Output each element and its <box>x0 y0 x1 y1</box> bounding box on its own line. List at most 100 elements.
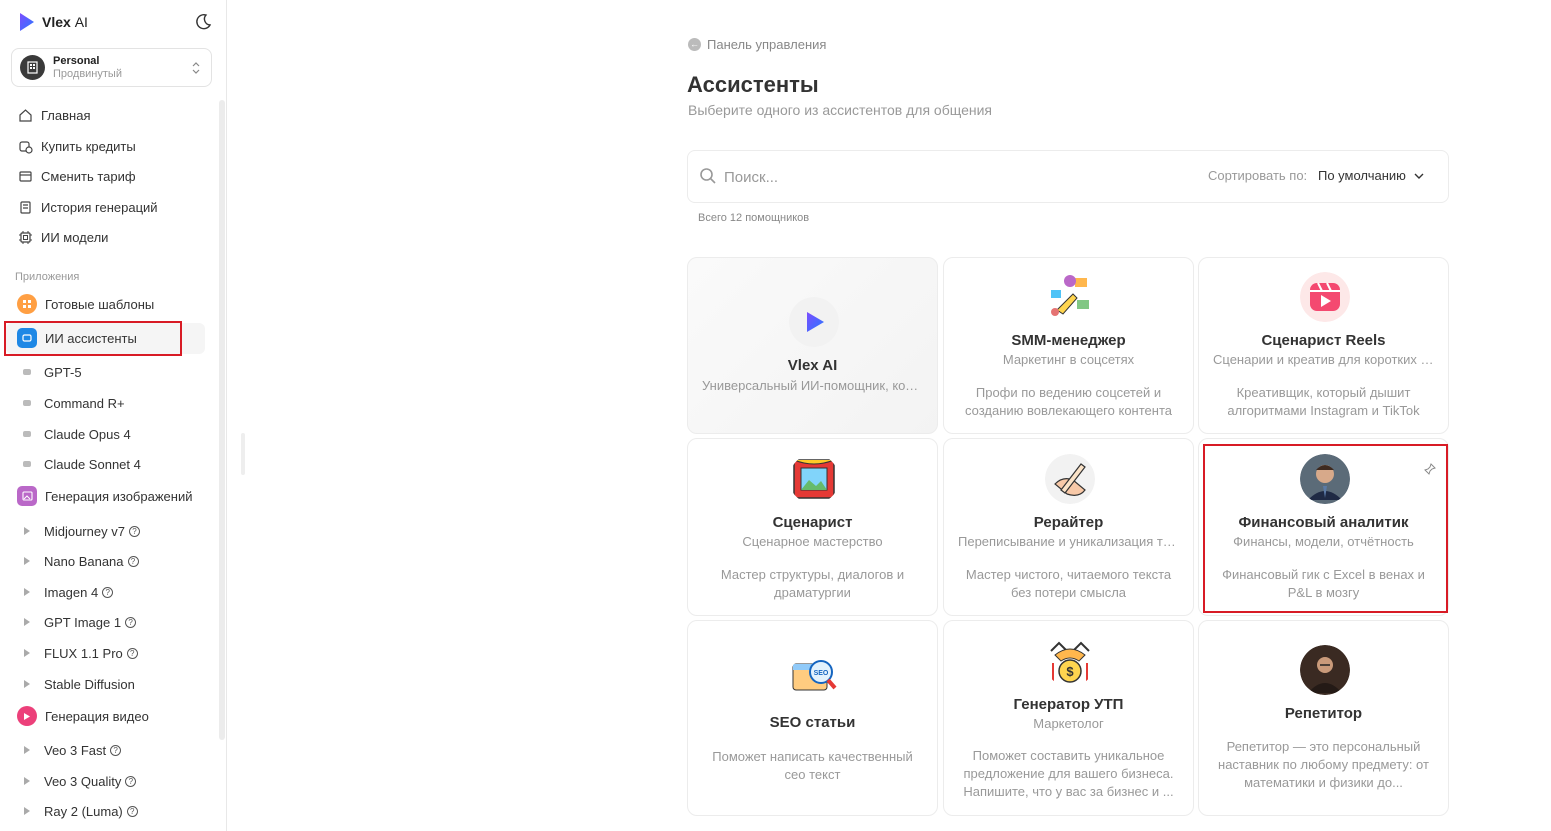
model-stable-diffusion[interactable]: Stable Diffusion <box>22 674 135 694</box>
nav-change-plan[interactable]: Сменить тариф <box>18 166 136 186</box>
model-label: Veo 3 Quality <box>44 773 122 789</box>
expand-arrow-icon <box>22 587 32 597</box>
model-claude-opus[interactable]: Claude Opus 4 <box>22 424 131 444</box>
app-name-suffix: AI <box>74 14 88 30</box>
info-icon[interactable]: ? <box>110 744 122 756</box>
model-label: Claude Opus 4 <box>44 426 131 442</box>
nav-ai-models[interactable]: ИИ модели <box>18 227 108 247</box>
model-label: Midjourney v7 <box>44 523 125 539</box>
model-label: Command R+ <box>44 395 125 411</box>
back-label: Панель управления <box>707 37 827 52</box>
image-icon <box>17 486 37 506</box>
search-icon <box>700 168 716 184</box>
handshake-money-icon: $ <box>1050 641 1090 683</box>
assistant-card-vlex[interactable]: Vlex AI Универсальный ИИ-помощник, котор… <box>687 257 938 434</box>
assistant-card-seo[interactable]: SEO SEO статьи Поможет написать качестве… <box>687 620 938 816</box>
back-link[interactable]: ← Панель управления <box>688 37 826 52</box>
model-label: FLUX 1.1 Pro <box>44 645 123 661</box>
card-title: SMM-менеджер <box>1011 332 1126 349</box>
app-logo[interactable]: Vlex AI <box>18 12 88 32</box>
chevron-down-icon <box>1414 173 1424 179</box>
credits-icon <box>19 140 33 154</box>
model-gpt5[interactable]: GPT-5 <box>22 362 82 382</box>
expand-arrow-icon <box>22 648 32 658</box>
model-bullet-icon <box>22 459 32 469</box>
page-title: Ассистенты <box>687 72 819 97</box>
info-icon[interactable]: ? <box>127 555 139 567</box>
sidebar-scrollbar[interactable] <box>219 100 225 740</box>
sidebar: Vlex AI Personal Продвинутый Главная Куп… <box>0 0 227 831</box>
model-command-r-plus[interactable]: Command R+ <box>22 393 125 413</box>
model-label: Claude Sonnet 4 <box>44 456 141 472</box>
model-imagen[interactable]: Imagen 4 ? <box>22 582 114 602</box>
nav-home[interactable]: Главная <box>18 105 90 125</box>
highlight-box <box>4 321 182 356</box>
nav-label: Сменить тариф <box>41 168 136 184</box>
expand-arrow-icon <box>22 776 32 786</box>
info-icon[interactable]: ? <box>126 805 138 817</box>
app-label: Генерация изображений <box>45 488 193 504</box>
assistant-count: Всего 12 помощников <box>698 212 810 224</box>
model-label: Ray 2 (Luma) <box>44 803 123 819</box>
model-veo3-quality[interactable]: Veo 3 Quality ? <box>22 771 137 791</box>
model-flux[interactable]: FLUX 1.1 Pro ? <box>22 643 138 663</box>
writing-hand-icon <box>1045 454 1095 504</box>
card-subtitle: Сценарии и креатив для коротких видео <box>1213 352 1434 367</box>
assistant-card-smm[interactable]: SMM-менеджер Маркетинг в соцсетях Профи … <box>943 257 1194 434</box>
expand-arrow-icon <box>22 526 32 536</box>
model-gpt-image[interactable]: GPT Image 1 ? <box>22 612 137 632</box>
logo-icon <box>20 13 34 31</box>
assistant-card-screenwriter[interactable]: Сценарист Сценарное мастерство Мастер ст… <box>687 438 938 616</box>
apps-section-label: Приложения <box>15 271 80 283</box>
model-label: GPT Image 1 <box>44 614 122 630</box>
card-title: SEO статьи <box>769 714 856 731</box>
nav-history[interactable]: История генераций <box>18 197 158 217</box>
svg-text:$: $ <box>1066 664 1074 679</box>
expand-arrow-icon <box>22 745 32 755</box>
card-subtitle: Сценарное мастерство <box>742 534 883 549</box>
model-nano-banana[interactable]: Nano Banana ? <box>22 551 139 571</box>
expand-arrow-icon <box>22 806 32 816</box>
app-templates[interactable]: Готовые шаблоны <box>17 293 154 315</box>
model-label: GPT-5 <box>44 364 82 380</box>
card-title: Генератор УТП <box>1013 696 1124 713</box>
info-icon[interactable]: ? <box>126 647 138 659</box>
templates-icon <box>17 294 37 314</box>
card-subtitle: Универсальный ИИ-помощник, который помож… <box>702 378 923 393</box>
assistant-card-reels[interactable]: Сценарист Reels Сценарии и креатив для к… <box>1198 257 1449 434</box>
info-icon[interactable]: ? <box>128 525 140 537</box>
model-label: Veo 3 Fast <box>44 742 107 758</box>
card-title: Рерайтер <box>1033 514 1104 531</box>
model-ray2[interactable]: Ray 2 (Luma) ? <box>22 801 138 821</box>
seo-magnifier-icon: SEO <box>792 660 837 691</box>
svg-text:SEO: SEO <box>814 670 829 677</box>
building-icon <box>20 55 45 80</box>
info-icon[interactable]: ? <box>125 616 137 628</box>
info-icon[interactable]: ? <box>125 775 137 787</box>
assistant-card-rewriter[interactable]: Рерайтер Переписывание и уникализация те… <box>943 438 1194 616</box>
workspace-name: Personal <box>53 54 100 67</box>
search-bar: Сортировать по: По умолчанию <box>687 150 1449 203</box>
assistant-card-tutor[interactable]: Репетитор Репетитор — это персональный н… <box>1198 620 1449 816</box>
dark-mode-toggle-icon[interactable] <box>194 13 212 31</box>
reels-icon <box>1300 272 1350 322</box>
search-input[interactable] <box>724 165 1124 189</box>
app-name: Vlex <box>42 14 71 30</box>
highlight-box <box>1203 444 1448 613</box>
model-claude-sonnet[interactable]: Claude Sonnet 4 <box>22 454 141 474</box>
model-midjourney[interactable]: Midjourney v7 ? <box>22 521 140 541</box>
model-veo3-fast[interactable]: Veo 3 Fast ? <box>22 740 122 760</box>
card-title: Сценарист Reels <box>1261 332 1386 349</box>
app-image-gen[interactable]: Генерация изображений <box>17 485 192 507</box>
nav-label: ИИ модели <box>41 229 109 245</box>
workspace-switcher[interactable]: Personal Продвинутый <box>11 48 212 87</box>
nav-buy-credits[interactable]: Купить кредиты <box>18 136 136 156</box>
nav-label: История генераций <box>41 199 158 215</box>
sort-dropdown[interactable]: По умолчанию <box>1318 168 1424 183</box>
app-video-gen[interactable]: Генерация видео <box>17 705 149 727</box>
resize-handle[interactable] <box>241 433 245 475</box>
assistant-card-usp-generator[interactable]: $ Генератор УТП Маркетолог Поможет соста… <box>943 620 1194 816</box>
card-title: Сценарист <box>772 514 853 531</box>
info-icon[interactable]: ? <box>102 586 114 598</box>
play-icon <box>17 706 37 726</box>
